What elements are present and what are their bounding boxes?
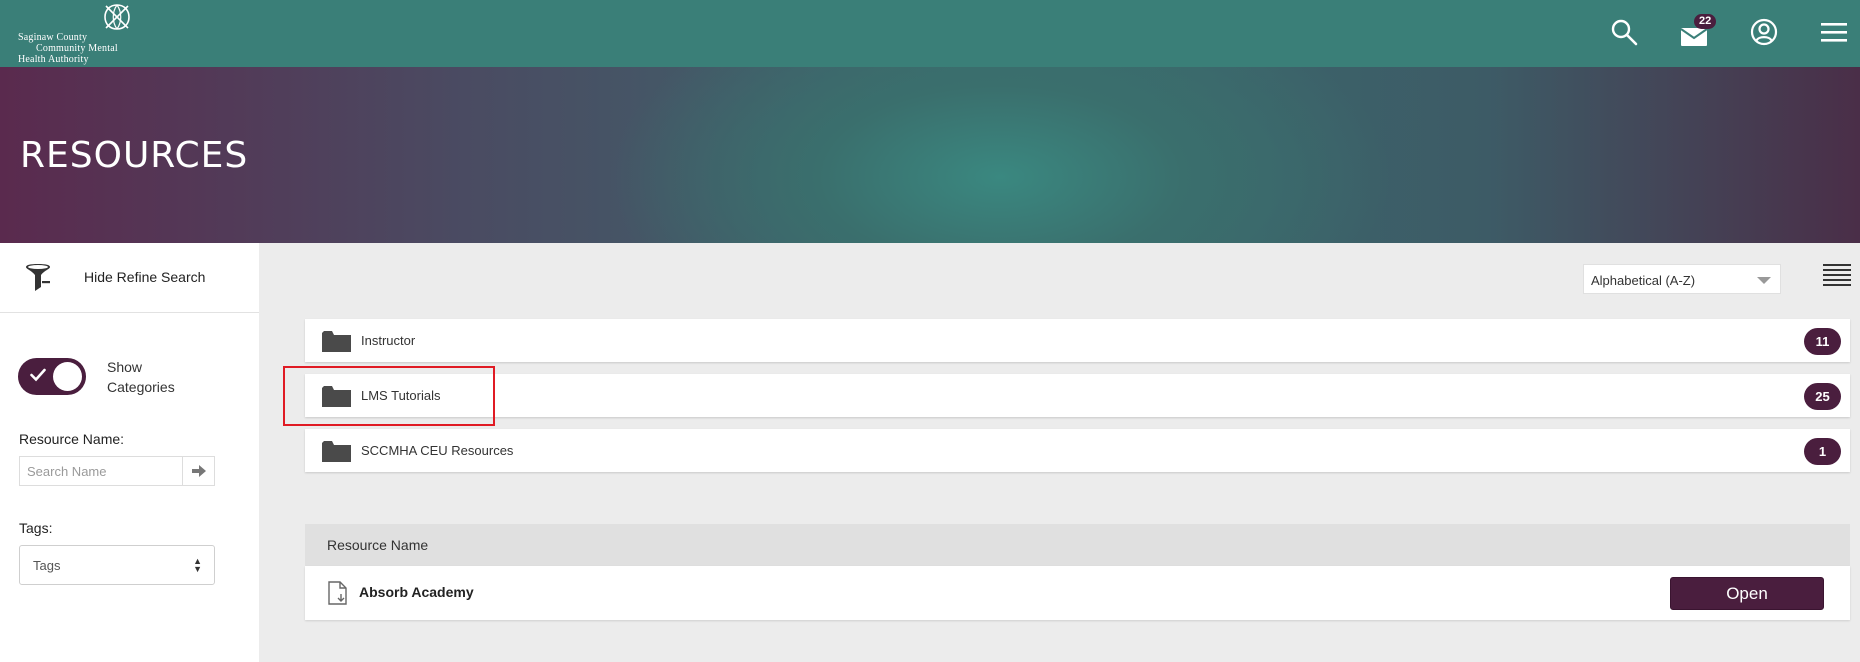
resource-name[interactable]: Absorb Academy (359, 584, 474, 600)
hide-refine-search-label: Hide Refine Search (84, 269, 206, 285)
resource-name-search-button[interactable] (182, 456, 215, 486)
open-button[interactable]: Open (1670, 577, 1824, 610)
logo-line-2: Community Mental (36, 43, 118, 54)
refine-sidebar: Hide Refine Search Show Categories Resou… (0, 243, 259, 662)
checkmark-icon (30, 368, 46, 382)
messages-button[interactable]: 22 (1676, 14, 1717, 50)
folder-icon (322, 441, 351, 462)
column-header-resource-name: Resource Name (327, 537, 429, 553)
sort-select-value: Alphabetical (A-Z) (1591, 273, 1696, 288)
show-categories-text: Show Categories (107, 359, 175, 395)
search-icon (1611, 19, 1638, 46)
top-bar: Saginaw County Community Mental Health A… (0, 0, 1860, 67)
tags-select[interactable]: Tags ▲ ▼ (19, 545, 215, 585)
folder-row-instructor[interactable]: Instructor 11 (305, 319, 1850, 362)
toggle-knob (53, 362, 82, 391)
folder-name: Instructor (361, 333, 416, 348)
folder-count-badge: 1 (1804, 438, 1841, 465)
main-menu-button[interactable] (1816, 14, 1852, 50)
list-view-icon (1823, 264, 1851, 286)
user-icon (1750, 18, 1778, 46)
folder-row-lms-tutorials[interactable]: LMS Tutorials 25 (305, 374, 1850, 417)
page-title: RESOURCES (20, 135, 249, 176)
page-hero: RESOURCES (0, 67, 1860, 243)
folder-count-badge: 11 (1804, 328, 1841, 355)
logo-line-1: Saginaw County (18, 32, 88, 43)
folder-icon (322, 386, 351, 407)
show-categories-toggle[interactable] (18, 358, 86, 395)
folder-name: LMS Tutorials (361, 388, 441, 403)
folder-row-sccmha-ceu-resources[interactable]: SCCMHA CEU Resources 1 (305, 429, 1850, 472)
resource-name-search-input[interactable] (19, 456, 182, 486)
folder-icon (322, 331, 351, 352)
logo-text: Saginaw County Community Mental Health A… (18, 32, 118, 65)
tags-label: Tags: (19, 520, 53, 536)
document-download-icon (328, 581, 347, 605)
tags-select-value: Tags (33, 558, 61, 573)
arrow-right-icon (191, 465, 206, 477)
list-view-toggle[interactable] (1823, 264, 1851, 290)
logo[interactable]: Saginaw County Community Mental Health A… (18, 2, 138, 65)
table-header: Resource Name (305, 524, 1850, 566)
folder-name: SCCMHA CEU Resources (361, 443, 514, 458)
sort-select[interactable]: Alphabetical (A-Z) (1583, 264, 1781, 294)
logo-mark-icon (104, 4, 130, 30)
menu-icon (1821, 23, 1847, 42)
search-button[interactable] (1606, 14, 1642, 50)
logo-line-3: Health Authority (18, 54, 89, 65)
folder-count-badge: 25 (1804, 383, 1841, 410)
hide-refine-search-button[interactable]: Hide Refine Search (0, 243, 259, 313)
select-arrows-icon: ▲ ▼ (193, 556, 202, 574)
filter-icon (26, 264, 50, 291)
resource-name-label: Resource Name: (19, 431, 125, 447)
mail-count-badge: 22 (1694, 14, 1717, 29)
table-row: Absorb Academy Open (305, 566, 1850, 620)
profile-button[interactable] (1746, 14, 1782, 50)
caret-down-icon (1757, 277, 1771, 284)
show-categories-label: Show Categories (107, 357, 197, 397)
